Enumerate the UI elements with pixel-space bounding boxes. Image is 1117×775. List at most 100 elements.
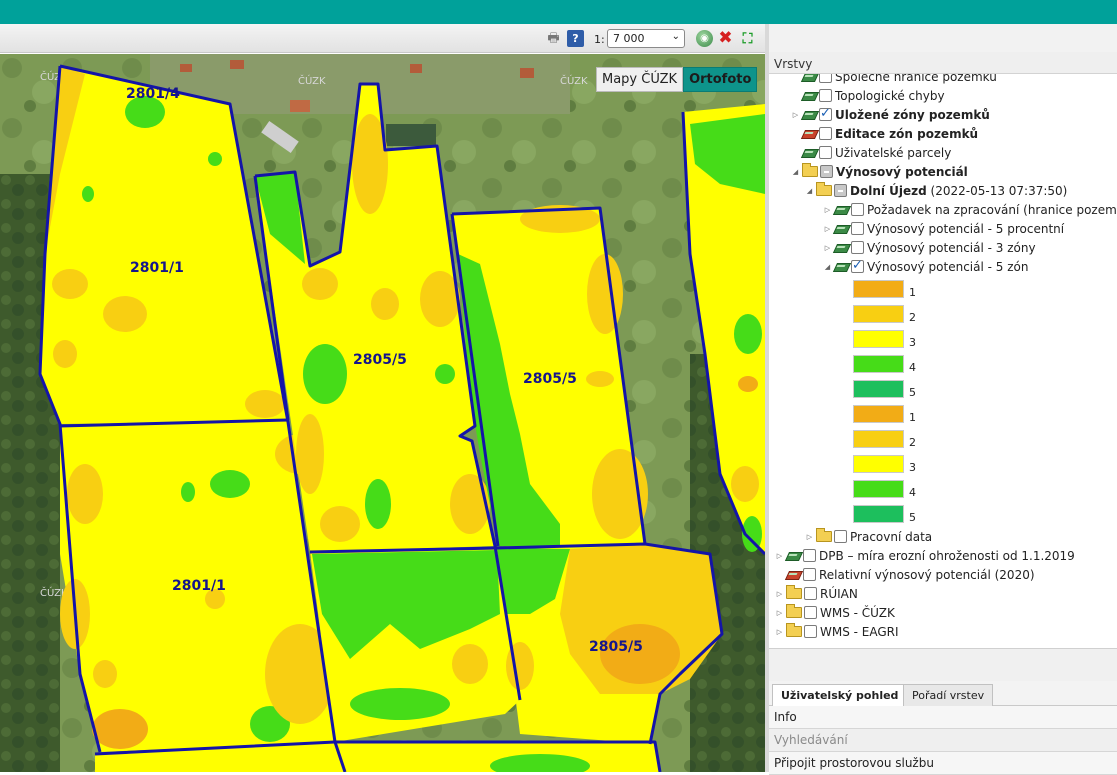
parcel-label: 2805/5 xyxy=(589,639,643,655)
layer-checkbox[interactable] xyxy=(803,549,816,562)
legend-swatch xyxy=(853,405,904,423)
expand-icon[interactable]: ▷ xyxy=(805,533,814,541)
building xyxy=(410,64,422,73)
layer-checkbox[interactable] xyxy=(851,241,864,254)
map-canvas[interactable]: ČÚZK ČÚZK ČÚZK ČÚZK 2801/4 2801/1 2805/5… xyxy=(0,54,765,772)
map-svg: ČÚZK ČÚZK ČÚZK ČÚZK 2801/4 2801/1 2805/5… xyxy=(0,54,765,772)
layer-checkbox[interactable] xyxy=(820,165,833,178)
expand-icon[interactable]: ▷ xyxy=(775,590,784,598)
layer-tree-row[interactable]: ▷ WMS - ČÚZK xyxy=(775,603,895,622)
legend-swatch xyxy=(853,330,904,348)
layer-checkbox[interactable] xyxy=(803,568,816,581)
building xyxy=(290,100,310,112)
legend-label: 5 xyxy=(909,386,916,399)
layer-label: Pracovní data xyxy=(850,529,933,544)
expand-icon[interactable]: ▷ xyxy=(791,111,800,119)
layer-tree-row[interactable]: Editace zón pozemků xyxy=(791,124,978,143)
parcel-label: 2805/5 xyxy=(353,352,407,368)
layer-tree-row[interactable]: Relativní výnosový potenciál (2020) xyxy=(775,565,1035,584)
legend-swatch xyxy=(853,355,904,373)
legend-swatch xyxy=(853,280,904,298)
layer-checkbox[interactable] xyxy=(804,606,817,619)
scale-select[interactable]: 7 000 ⌄ xyxy=(607,29,685,48)
layer-icon xyxy=(802,148,817,158)
collapse-icon[interactable]: ◢ xyxy=(791,168,800,176)
layer-tree-row[interactable]: ▷ RÚIAN xyxy=(775,584,858,603)
layer-label: Výnosový potenciál - 5 procentní xyxy=(867,221,1065,236)
layer-timestamp: (2022-05-13 07:37:50) xyxy=(926,183,1068,198)
layer-label: Dolní Újezd xyxy=(850,183,927,198)
expand-icon[interactable]: ▷ xyxy=(823,206,832,214)
tab-layer-order[interactable]: Pořadí vrstev xyxy=(903,684,994,706)
layer-tree-row[interactable]: Uživatelské parcely xyxy=(791,143,951,162)
layer-label: Uložené zóny pozemků xyxy=(835,107,990,122)
collapse-icon[interactable]: ◢ xyxy=(805,187,814,195)
legend-label: 2 xyxy=(909,436,916,449)
layer-label: Relativní výnosový potenciál (2020) xyxy=(819,567,1035,582)
legend-label: 4 xyxy=(909,486,916,499)
layer-icon xyxy=(802,74,817,82)
layer-icon xyxy=(834,205,849,215)
basemap-cuzk-button[interactable]: Mapy ČÚZK xyxy=(596,67,684,92)
parcel-2805-5-lower-left[interactable] xyxy=(310,548,520,742)
layer-tree-row[interactable]: ▷ Výnosový potenciál - 3 zóny xyxy=(823,238,1036,257)
layer-tree-row[interactable]: Společné hranice pozemků xyxy=(791,74,997,86)
layer-checkbox[interactable] xyxy=(851,258,864,273)
layer-tree-row[interactable]: ▷ Pracovní data xyxy=(805,527,932,546)
expand-icon[interactable]: ▷ xyxy=(775,628,784,636)
layer-checkbox[interactable] xyxy=(834,184,847,197)
help-icon[interactable]: ? xyxy=(567,30,584,47)
accordion-info[interactable]: Info xyxy=(769,706,1117,729)
layer-checkbox[interactable] xyxy=(819,106,832,121)
folder-icon xyxy=(786,604,802,618)
watermark: ČÚZK xyxy=(298,74,326,87)
layer-checkbox[interactable] xyxy=(851,203,864,216)
layer-label: WMS - ČÚZK xyxy=(820,605,895,620)
layer-icon xyxy=(786,551,801,561)
layer-checkbox[interactable] xyxy=(819,146,832,159)
layer-label: DPB – míra erozní ohroženosti od 1.1.201… xyxy=(819,548,1075,563)
layer-tree-row[interactable]: ◢ Výnosový potenciál xyxy=(791,162,968,181)
layer-tree-row[interactable]: ▷ Požadavek na zpracování (hranice pozemk… xyxy=(823,200,1117,219)
layer-checkbox[interactable] xyxy=(819,74,832,83)
layer-tree-row[interactable]: ▷ Výnosový potenciál - 5 procentní xyxy=(823,219,1064,238)
layer-tree-row[interactable]: ◢ Výnosový potenciál - 5 zón xyxy=(823,257,1029,276)
panel-top-strip xyxy=(769,24,1117,52)
layer-checkbox[interactable] xyxy=(851,222,864,235)
basemap-ortofoto-button[interactable]: Ortofoto xyxy=(683,67,758,92)
tab-user-view[interactable]: Uživatelský pohled xyxy=(772,684,908,706)
folder-icon xyxy=(802,163,818,177)
layer-checkbox[interactable] xyxy=(834,530,847,543)
layers-panel: Vrstvy Společné hranice pozemků Topologic… xyxy=(769,24,1117,775)
close-icon[interactable]: ✖ xyxy=(717,30,734,47)
parcel-label: 2801/1 xyxy=(130,260,184,276)
layer-checkbox[interactable] xyxy=(804,625,817,638)
panel-bottom: Uživatelský pohled Pořadí vrstev Info Vy… xyxy=(769,648,1117,775)
accordion-search[interactable]: Vyhledávání xyxy=(769,729,1117,752)
expand-icon[interactable]: ▷ xyxy=(775,609,784,617)
scale-value: 7 000 xyxy=(613,32,645,45)
layer-tree-row[interactable]: ◢ Dolní Újezd (2022-05-13 07:37:50) xyxy=(805,181,1067,200)
parcel-label: 2801/4 xyxy=(126,86,180,102)
expand-icon[interactable]: ▷ xyxy=(823,244,832,252)
fullscreen-icon[interactable]: ⛶ xyxy=(739,30,756,47)
globe-icon[interactable]: ◉ xyxy=(696,30,713,47)
layer-tree-row[interactable]: ▷ Uložené zóny pozemků xyxy=(791,105,990,124)
scale-prefix: 1: xyxy=(594,33,605,46)
legend-swatch xyxy=(853,430,904,448)
legend-swatch xyxy=(853,480,904,498)
layer-tree-row[interactable]: ▷ DPB – míra erozní ohroženosti od 1.1.20… xyxy=(775,546,1075,565)
building xyxy=(180,64,192,72)
layer-tree: Společné hranice pozemků Topologické chyb… xyxy=(769,74,1117,648)
layer-tree-row[interactable]: ▷ WMS - EAGRI xyxy=(775,622,899,641)
layer-tree-row[interactable]: Topologické chyby xyxy=(791,86,945,105)
print-icon[interactable]: 🖶 xyxy=(545,30,562,47)
layer-checkbox[interactable] xyxy=(819,127,832,140)
watermark: ČÚZK xyxy=(560,74,588,87)
layer-checkbox[interactable] xyxy=(804,587,817,600)
collapse-icon[interactable]: ◢ xyxy=(823,263,832,271)
expand-icon[interactable]: ▷ xyxy=(823,225,832,233)
layer-checkbox[interactable] xyxy=(819,89,832,102)
expand-icon[interactable]: ▷ xyxy=(775,552,784,560)
chevron-down-icon: ⌄ xyxy=(671,31,680,42)
